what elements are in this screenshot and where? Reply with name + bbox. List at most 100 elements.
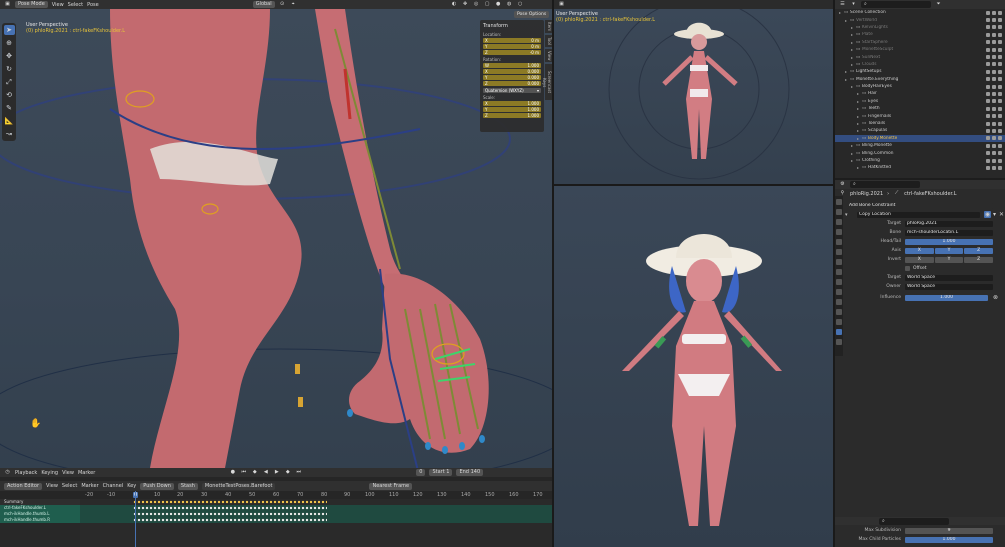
outliner-row[interactable]: ▸ ▭ Bling.Common [835, 149, 1005, 156]
eye-icon[interactable] [992, 106, 996, 111]
outliner-row[interactable]: ▸ ▭ Body.Monette [835, 134, 1005, 143]
tab-screencast-keys[interactable]: Screencast Keys [542, 64, 552, 100]
outliner-row[interactable]: ▸ ▭ Clothing [835, 157, 1005, 164]
invert-x-toggle[interactable]: X [905, 256, 934, 263]
camera-icon[interactable] [998, 69, 1002, 74]
xray-icon[interactable]: ▢ [484, 1, 491, 8]
eye-icon[interactable] [992, 158, 996, 163]
move-tool-icon[interactable]: ✥ [4, 51, 15, 61]
camera-icon[interactable] [998, 158, 1002, 163]
shading-rendered-icon[interactable]: ○ [517, 1, 524, 8]
tab-object-icon[interactable] [836, 259, 842, 265]
jump-end-icon[interactable]: ⏭ [295, 469, 302, 476]
viewport-3d-render[interactable] [554, 186, 833, 547]
checkbox-icon[interactable] [986, 62, 990, 67]
checkbox-icon[interactable] [986, 25, 990, 30]
scale-x-field[interactable]: X 1.000 [483, 101, 541, 106]
camera-icon[interactable] [998, 106, 1002, 111]
tab-bone-icon[interactable] [836, 319, 842, 325]
action-name-field[interactable]: MonetteTestPoses.Barefoot [201, 482, 276, 490]
eye-icon[interactable] [992, 62, 996, 67]
camera-icon[interactable] [998, 55, 1002, 60]
headtail-slider[interactable]: 1.000 [905, 238, 993, 245]
outliner-row[interactable]: ▸ ▭ SunNext [835, 53, 1005, 60]
outliner-row[interactable]: ▸ ▭ Fingernails [835, 112, 1005, 119]
tab-world-icon[interactable] [836, 249, 842, 255]
frame-ruler[interactable]: -20 -10 0 10 20 30 40 50 60 70 80 90 100… [0, 491, 552, 499]
camera-icon[interactable] [998, 128, 1002, 133]
max-child-particles-field[interactable]: 1.000 [905, 536, 993, 543]
invert-y-toggle[interactable]: Y [934, 256, 964, 263]
mode-selector[interactable]: Pose Mode [15, 1, 48, 8]
camera-icon[interactable] [998, 32, 1002, 37]
snap-selector[interactable]: Nearest Frame [369, 482, 413, 490]
camera-icon[interactable] [998, 136, 1002, 141]
tab-tool-icon[interactable] [836, 199, 842, 205]
camera-icon[interactable] [998, 47, 1002, 52]
eye-icon[interactable] [992, 40, 996, 45]
checkbox-icon[interactable] [986, 121, 990, 126]
scale-y-field[interactable]: Y 1.000 [483, 107, 541, 112]
eye-icon[interactable] [992, 121, 996, 126]
tab-modifier-icon[interactable] [836, 269, 842, 275]
properties-search-input[interactable]: ⌕ [850, 181, 920, 188]
camera-icon[interactable] [998, 165, 1002, 170]
checkbox-icon[interactable] [986, 55, 990, 60]
viewport-3d-right-top[interactable]: User Perspective (0) phloRig.2021 : ctrl… [554, 9, 833, 184]
editor-type-icon[interactable]: ▣ [4, 1, 11, 8]
camera-icon[interactable] [998, 25, 1002, 30]
checkbox-icon[interactable] [986, 10, 990, 15]
camera-icon[interactable] [998, 77, 1002, 82]
checkbox-icon[interactable] [986, 158, 990, 163]
camera-icon[interactable] [998, 151, 1002, 156]
outliner-row[interactable]: ▸ ▭ KelvinLights [835, 24, 1005, 31]
target-space-select[interactable]: World Space [905, 274, 993, 281]
overlay-icon[interactable]: ◎ [473, 1, 480, 8]
bottom-search-input[interactable]: ⌕ [879, 517, 949, 525]
checkbox-icon[interactable] [986, 77, 990, 82]
editor-type-icon[interactable]: ▣ [558, 1, 565, 8]
tab-output-icon[interactable] [836, 219, 842, 225]
push-down-button[interactable]: Push Down [140, 482, 174, 490]
axis-x-toggle[interactable]: X [905, 247, 934, 254]
outliner-row[interactable]: ▸ ▭ Plate [835, 31, 1005, 38]
rotation-z-field[interactable]: Z 0.000 [483, 81, 541, 86]
start-frame-field[interactable]: Start 1 [429, 469, 453, 476]
scale-z-field[interactable]: Z 1.000 [483, 113, 541, 118]
eye-icon[interactable] [992, 136, 996, 141]
eye-icon[interactable] [992, 151, 996, 156]
hand-pan-icon[interactable]: ✋ [30, 419, 41, 429]
eye-icon[interactable] [992, 18, 996, 23]
tab-physics-icon[interactable] [836, 289, 842, 295]
eye-icon[interactable] [992, 114, 996, 119]
filter-icon[interactable]: ⏷ [935, 1, 942, 8]
outliner-row[interactable]: ▸ ▭ HatKnitted [835, 164, 1005, 171]
checkbox-icon[interactable] [986, 47, 990, 52]
clock-icon[interactable]: ◷ [4, 469, 11, 476]
camera-icon[interactable] [998, 99, 1002, 104]
axis-z-toggle[interactable]: Z [964, 247, 994, 254]
menu-select[interactable]: Select [62, 483, 77, 489]
channel-row[interactable]: mch-ikHandle.thumb.R [0, 517, 80, 523]
tab-data-icon[interactable] [836, 309, 842, 315]
tab-render-icon[interactable] [836, 209, 842, 215]
checkbox-icon[interactable] [986, 114, 990, 119]
measure-tool-icon[interactable]: 📐 [4, 116, 15, 126]
menu-pose[interactable]: Pose [87, 2, 99, 8]
checkbox-icon[interactable] [986, 143, 990, 148]
outliner-row[interactable]: ▸ ▭ Monette.Everything [835, 76, 1005, 83]
eye-icon[interactable] [992, 25, 996, 30]
display-mode-icon[interactable]: ▾ [850, 1, 857, 8]
checkbox-icon[interactable] [986, 32, 990, 37]
eye-icon[interactable] [992, 47, 996, 52]
tab-item[interactable]: Item [545, 20, 552, 34]
play-icon[interactable]: ▶ [273, 469, 280, 476]
pose-options-button[interactable]: Pose Options [514, 11, 550, 18]
eye-icon[interactable] [992, 10, 996, 15]
eye-icon[interactable] [992, 165, 996, 170]
pose-tool-icon[interactable]: ↝ [4, 129, 15, 139]
outliner-row[interactable]: ▸ ▭ MonetteSculpt [835, 46, 1005, 53]
camera-icon[interactable] [998, 18, 1002, 23]
add-bone-constraint-button[interactable]: Add Bone Constraint [847, 202, 993, 209]
eye-icon[interactable] [992, 77, 996, 82]
